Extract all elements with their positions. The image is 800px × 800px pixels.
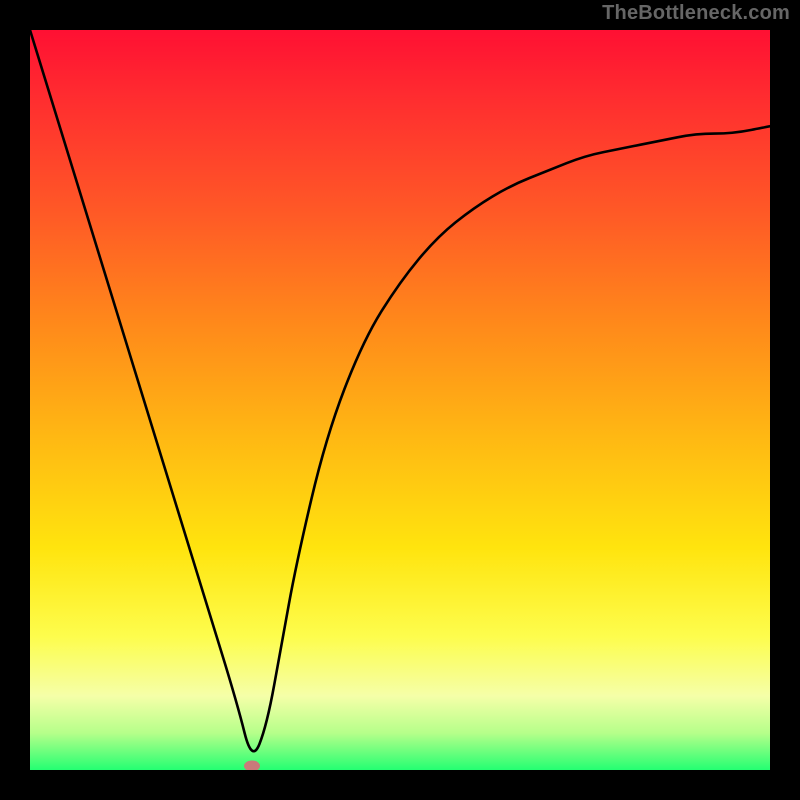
optimum-marker — [244, 761, 260, 770]
plot-area — [30, 30, 770, 770]
chart-frame: TheBottleneck.com — [0, 0, 800, 800]
curve-svg — [30, 30, 770, 770]
watermark-text: TheBottleneck.com — [602, 2, 790, 25]
bottleneck-curve — [30, 30, 770, 751]
